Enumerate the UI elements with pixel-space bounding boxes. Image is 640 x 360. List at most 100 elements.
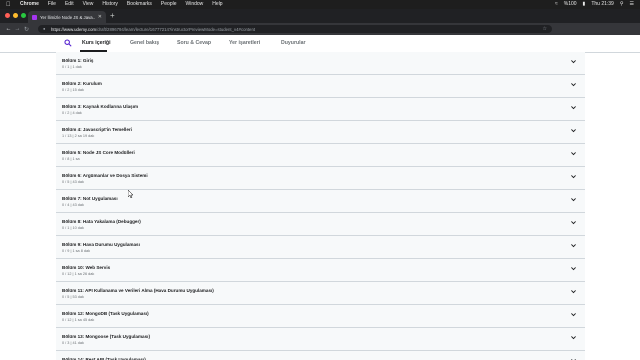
mouse-cursor-icon (128, 190, 134, 198)
new-tab-button[interactable]: + (110, 12, 115, 20)
menu-status-area: ≈ %100 ▮ Thu 21:39 ⚲ ☰ (549, 0, 634, 9)
wifi-icon[interactable]: ≈ (555, 0, 558, 9)
menu-file[interactable]: File (48, 0, 56, 9)
maximize-window-button[interactable] (21, 13, 26, 18)
chevron-down-icon[interactable] (570, 104, 577, 111)
section-title: Bölüm 1: Giriş (62, 58, 94, 63)
battery-icon[interactable]: ▮ (583, 0, 586, 9)
section-title: Bölüm 2: Kurulum (62, 81, 102, 86)
section-title: Bölüm 7: Not Uygulaması (62, 196, 118, 201)
menu-history[interactable]: History (102, 0, 118, 9)
section-row[interactable]: Bölüm 4: Javascript'in Temelleri 1 / 13 |… (56, 121, 585, 144)
search-icon[interactable] (64, 39, 72, 47)
section-progress-duration: 0 / 4 | 43 dak (62, 203, 84, 207)
chevron-down-icon[interactable] (570, 288, 577, 295)
browser-tab-active[interactable]: Yer İlimizle Node JS & Java... ✕ (28, 11, 106, 23)
tab-course-content[interactable]: Kurs içeriği (82, 40, 111, 47)
chevron-down-icon[interactable] (570, 334, 577, 341)
chevron-down-icon[interactable] (570, 58, 577, 65)
chevron-down-icon[interactable] (570, 242, 577, 249)
menu-view[interactable]: View (83, 0, 94, 9)
section-progress-duration: 0 / 12 | 1 sa 45 dak (62, 318, 95, 322)
section-title: Bölüm 9: Hava Durumu Uygulaması (62, 242, 140, 247)
section-progress-duration: 0 / 2 | 4 dak (62, 111, 82, 115)
section-row[interactable]: Bölüm 10: Web Servis 0 / 12 | 1 sa 26 dak (56, 259, 585, 282)
forward-arrow-icon[interactable]: → (13, 26, 22, 32)
section-row[interactable]: Bölüm 14: Rest API (Task Uygulaması) (56, 351, 585, 360)
close-window-button[interactable] (5, 13, 10, 18)
section-progress-duration: 0 / 2 | 15 dak (62, 88, 84, 92)
section-title: Bölüm 12: MongoDB (Task Uygulaması) (62, 311, 149, 316)
section-progress-duration: 0 / 5 | 53 dak (62, 295, 84, 299)
section-title: Bölüm 3: Kaynak Kodlarına Ulaşım (62, 104, 139, 109)
clock[interactable]: Thu 21:39 (591, 0, 614, 9)
chevron-down-icon[interactable] (570, 219, 577, 226)
menu-people[interactable]: People (161, 0, 177, 9)
section-progress-duration: 0 / 3 | 41 dak (62, 341, 84, 345)
section-progress-duration: 0 / 12 | 1 sa 26 dak (62, 272, 95, 276)
menu-list-icon[interactable]: ☰ (630, 0, 634, 9)
section-row[interactable]: Bölüm 6: Argümanlar ve Dosya Sistemi 0 / … (56, 167, 585, 190)
chevron-down-icon[interactable] (570, 196, 577, 203)
section-progress-duration: 0 / 1 | 10 dak (62, 226, 84, 230)
chevron-down-icon[interactable] (570, 265, 577, 272)
section-row[interactable]: Bölüm 9: Hava Durumu Uygulaması 0 / 9 | 1… (56, 236, 585, 259)
section-row[interactable]: Bölüm 7: Not Uygulaması 0 / 4 | 43 dak (56, 190, 585, 213)
section-title: Bölüm 8: Hata Yakalama (Debugger) (62, 219, 141, 224)
macos-menu-bar:  Chrome File Edit View History Bookmark… (0, 0, 640, 9)
section-title: Bölüm 4: Javascript'in Temelleri (62, 127, 132, 132)
section-title: Bölüm 6: Argümanlar ve Dosya Sistemi (62, 173, 148, 178)
back-arrow-icon[interactable]: ← (4, 26, 13, 32)
chevron-down-icon[interactable] (570, 311, 577, 318)
tab-bookmarks[interactable]: Yer işaretleri (229, 40, 260, 47)
curriculum-sections: Bölüm 1: Giriş 0 / 1 | 1 dak Bölüm 2: Kuru… (56, 52, 585, 360)
url-host: https://www.udemy.com (51, 26, 97, 32)
battery-percentage[interactable]: %100 (564, 0, 577, 9)
course-page: Kurs içeriği Genel bakış Soru & Cevap Ye… (0, 35, 640, 360)
section-row[interactable]: Bölüm 5: Node JS Core Modülleri 0 / 8 | 1… (56, 144, 585, 167)
menu-edit[interactable]: Edit (65, 0, 74, 9)
section-row[interactable]: Bölüm 13: Mongoose (Task Uygulaması) 0 / … (56, 328, 585, 351)
section-row[interactable]: Bölüm 3: Kaynak Kodlarına Ulaşım 0 / 2 | … (56, 98, 585, 121)
menu-help[interactable]: Help (212, 0, 222, 9)
menu-app-chrome[interactable]: Chrome (20, 0, 39, 9)
course-nav-tabs: Kurs içeriği Genel bakış Soru & Cevap Ye… (0, 35, 640, 53)
section-row[interactable]: Bölüm 11: API Kullanama ve Verileri Alma… (56, 282, 585, 305)
lock-icon[interactable]: ● (43, 27, 47, 31)
menu-window[interactable]: Window (186, 0, 204, 9)
section-progress-duration: 0 / 5 | 43 dak (62, 180, 84, 184)
apple-icon[interactable]:  (6, 2, 12, 8)
tab-qa[interactable]: Soru & Cevap (177, 40, 211, 47)
close-tab-icon[interactable]: ✕ (98, 14, 102, 20)
section-row[interactable]: Bölüm 1: Giriş 0 / 1 | 1 dak (56, 52, 585, 75)
section-title: Bölüm 10: Web Servis (62, 265, 111, 270)
bookmark-star-icon[interactable]: ☆ (543, 26, 547, 32)
browser-toolbar: ← → ↻ ● https://www.udemy.com /draft/289… (0, 23, 640, 56)
tab-overview[interactable]: Genel bakış (130, 40, 159, 47)
section-title: Bölüm 11: API Kullanama ve Verileri Alma… (62, 288, 214, 293)
chevron-down-icon[interactable] (570, 81, 577, 88)
chevron-down-icon[interactable] (570, 173, 577, 180)
section-row[interactable]: Bölüm 12: MongoDB (Task Uygulaması) 0 / 1… (56, 305, 585, 328)
section-row[interactable]: Bölüm 8: Hata Yakalama (Debugger) 0 / 1 |… (56, 213, 585, 236)
address-bar[interactable]: ● https://www.udemy.com /draft/2896794/l… (38, 25, 552, 33)
section-progress-duration: 0 / 9 | 1 sa 8 dak (62, 249, 91, 253)
section-progress-duration: 0 / 8 | 1 sa (62, 157, 80, 161)
section-progress-duration: 0 / 1 | 1 dak (62, 65, 82, 69)
chevron-down-icon[interactable] (570, 150, 577, 157)
tab-title: Yer İlimizle Node JS & Java... (40, 14, 95, 20)
minimize-window-button[interactable] (13, 13, 18, 18)
section-row[interactable]: Bölüm 2: Kurulum 0 / 2 | 15 dak (56, 75, 585, 98)
chevron-down-icon[interactable] (570, 127, 577, 134)
browser-tab-bar: Yer İlimizle Node JS & Java... ✕ + (0, 9, 640, 23)
section-title: Bölüm 13: Mongoose (Task Uygulaması) (62, 334, 150, 339)
search-spotlight-icon[interactable]: ⚲ (620, 0, 624, 9)
url-path: /draft/2896794/learn/lecture/16777214?in… (96, 26, 256, 32)
reload-icon[interactable]: ↻ (22, 26, 31, 33)
window-controls (5, 13, 29, 18)
tab-announcements[interactable]: Duyurular (281, 40, 306, 47)
udemy-favicon-icon (32, 14, 37, 20)
section-title: Bölüm 5: Node JS Core Modülleri (62, 150, 135, 155)
section-progress-duration: 1 / 13 | 2 sa 19 dak (62, 134, 95, 138)
menu-bookmarks[interactable]: Bookmarks (127, 0, 152, 9)
